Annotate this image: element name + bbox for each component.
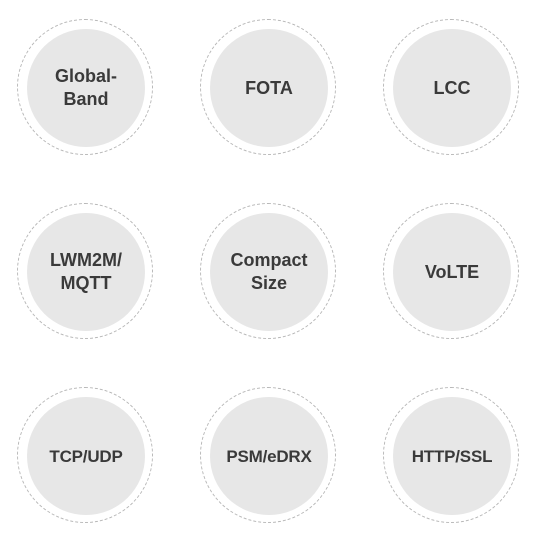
feature-disc: LWM2M/ MQTT [27,213,145,331]
feature-disc: LCC [393,29,511,147]
feature-disc: VoLTE [393,213,511,331]
feature-disc: FOTA [210,29,328,147]
feature-volte: VoLTE [383,203,519,339]
feature-label: LWM2M/ MQTT [50,250,122,293]
feature-label: VoLTE [424,261,480,282]
feature-label: Compact Size [230,250,308,293]
feature-global-band: Global- Band [17,19,153,155]
feature-label: LCC [433,77,471,98]
feature-disc: TCP/UDP [27,397,145,515]
feature-lwm2m-mqtt: LWM2M/ MQTT [17,203,153,339]
feature-tcp-udp: TCP/UDP [17,387,153,523]
feature-lcc: LCC [383,19,519,155]
feature-label: FOTA [245,77,293,98]
feature-disc: PSM/eDRX [210,397,328,515]
feature-disc: Compact Size [210,213,328,331]
feature-psm-edrx: PSM/eDRX [200,387,336,523]
feature-disc: HTTP/SSL [393,397,511,515]
feature-fota: FOTA [200,19,336,155]
feature-http-ssl: HTTP/SSL [383,387,519,523]
feature-label: HTTP/SSL [411,446,493,466]
feature-grid: Global- Band FOTA LCC LWM2M/ MQTT Compac… [0,0,535,535]
feature-label: TCP/UDP [49,446,123,466]
feature-compact-size: Compact Size [200,203,336,339]
feature-disc: Global- Band [27,29,145,147]
feature-label: PSM/eDRX [226,446,312,466]
feature-label: Global- Band [55,66,117,109]
